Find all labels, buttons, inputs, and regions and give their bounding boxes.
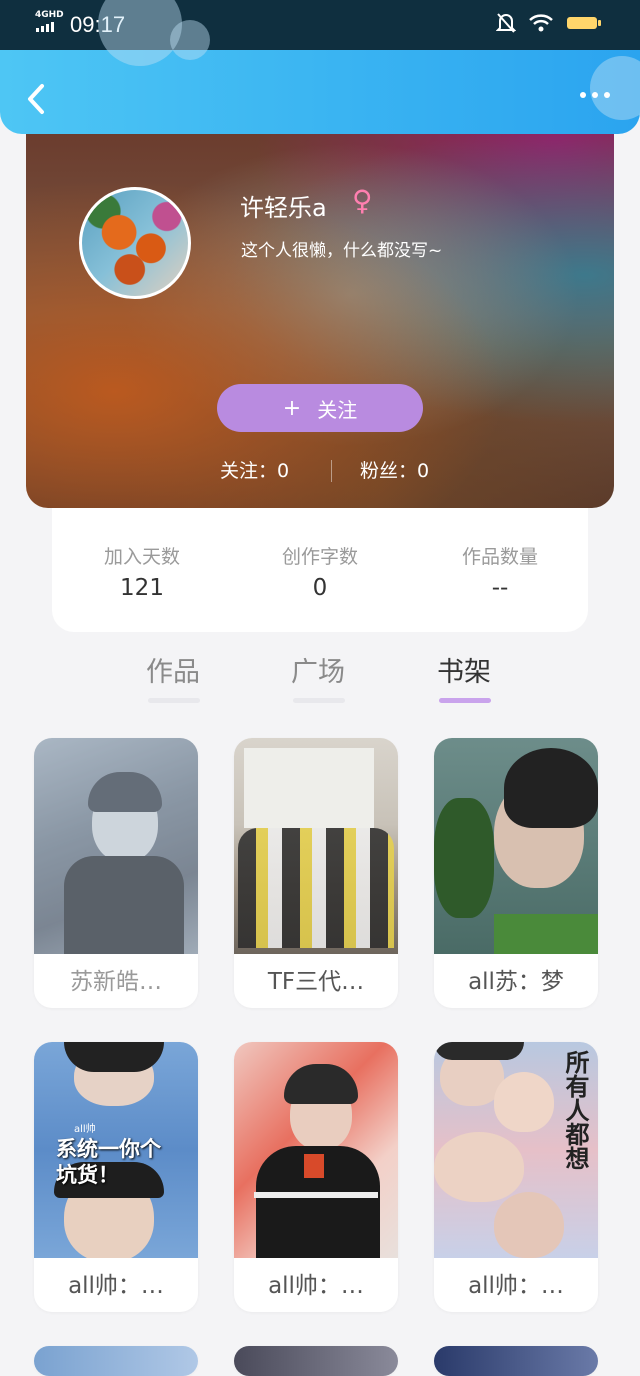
book-cover: 所有人都想 — [434, 1042, 598, 1258]
user-bio: 这个人很懒，什么都没写~ — [241, 241, 443, 261]
book-card[interactable]: 苏新皓… — [34, 738, 198, 1008]
follow-button[interactable]: + 关注 — [217, 384, 423, 432]
book-cover: all帅 系统一你个坑货！ — [34, 1042, 198, 1258]
plus-icon: + — [282, 395, 302, 421]
status-icons — [496, 12, 602, 34]
cover-text: 所有人都想 — [561, 1050, 589, 1170]
book-title: all帅：… — [68, 1273, 164, 1299]
more-dots-icon[interactable] — [580, 92, 610, 98]
avatar[interactable] — [79, 187, 191, 299]
book-title: TF三代… — [267, 969, 365, 995]
stat-label: 创作字数 — [281, 546, 358, 568]
tab-underline — [148, 698, 200, 703]
stat-value: 121 — [120, 575, 164, 601]
stat-works-count: 作品数量 -- — [410, 542, 590, 601]
book-title: 苏新皓… — [70, 969, 162, 995]
status-bar: 4GHD 09:17 — [0, 0, 640, 50]
female-gender-icon: ♀ — [352, 184, 373, 217]
follow-counts: 关注：0 粉丝：0 — [26, 456, 614, 486]
tab-square[interactable]: 广场 — [291, 650, 345, 703]
cover-text-small: all帅 — [74, 1124, 96, 1135]
tab-bar: 作品 广场 书架 — [0, 650, 640, 710]
stat-value: 0 — [312, 575, 328, 601]
cover-text: 系统一你个坑货！ — [56, 1137, 161, 1187]
top-header: 4GHD 09:17 — [0, 0, 640, 134]
book-title: all帅：… — [268, 1273, 364, 1299]
tab-underline-active — [439, 698, 491, 703]
network-type: 4GHD — [35, 10, 64, 20]
stat-value: -- — [491, 575, 509, 601]
following-count[interactable]: 关注：0 — [220, 456, 289, 483]
tab-label: 作品 — [146, 657, 200, 688]
book-cover — [434, 738, 598, 954]
tab-underline — [293, 698, 345, 703]
follow-button-label: 关注 — [317, 397, 358, 422]
book-title: all帅：… — [468, 1273, 564, 1299]
divider — [331, 460, 332, 482]
tab-label: 书架 — [437, 657, 491, 688]
stat-label: 作品数量 — [461, 546, 538, 568]
stats-card: 加入天数 121 创作字数 0 作品数量 -- — [52, 500, 588, 632]
chevron-left-icon[interactable] — [22, 80, 52, 118]
book-card[interactable]: TF三代… — [234, 738, 398, 1008]
fans-count[interactable]: 粉丝：0 — [360, 456, 429, 483]
tab-works[interactable]: 作品 — [146, 650, 200, 703]
decor-bubble — [98, 0, 182, 66]
book-card[interactable]: 所有人都想 all帅：… — [434, 1042, 598, 1312]
stat-label: 加入天数 — [103, 546, 180, 568]
stat-join-days: 加入天数 121 — [52, 542, 232, 601]
book-cover — [34, 738, 198, 954]
signal-icon — [36, 22, 54, 32]
book-cover — [234, 1042, 398, 1258]
tab-label: 广场 — [291, 657, 345, 688]
book-card[interactable]: all苏：梦 — [434, 738, 598, 1008]
book-card[interactable]: all帅 系统一你个坑货！ all帅：… — [34, 1042, 198, 1312]
wifi-icon — [529, 14, 553, 32]
book-card[interactable]: all帅：… — [234, 1042, 398, 1312]
stat-word-count: 创作字数 0 — [230, 542, 410, 601]
username: 许轻乐a — [240, 194, 327, 222]
bell-muted-icon — [496, 13, 516, 33]
tab-bookshelf[interactable]: 书架 — [437, 650, 491, 703]
profile-banner: 许轻乐a ♀ 这个人很懒，什么都没写~ + 关注 关注：0 粉丝：0 — [26, 120, 614, 508]
book-cover — [234, 738, 398, 954]
book-title: all苏：梦 — [468, 969, 564, 995]
battery-icon — [567, 17, 601, 29]
decor-bubble — [590, 56, 640, 120]
decor-bubble — [170, 20, 210, 60]
